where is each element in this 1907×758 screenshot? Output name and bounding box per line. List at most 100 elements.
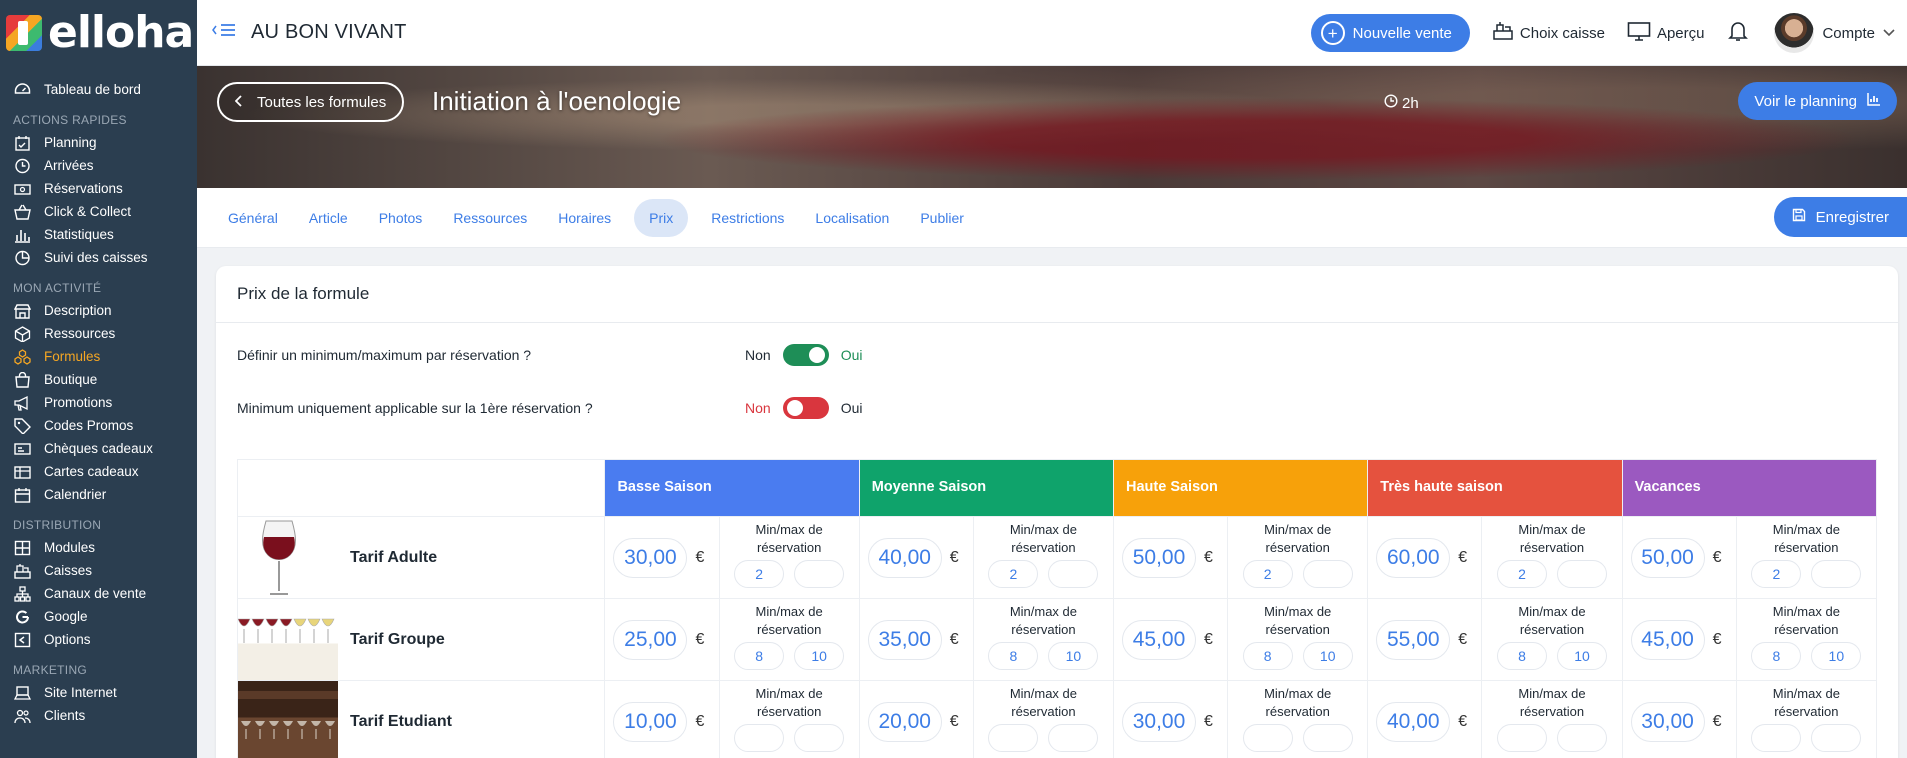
sidebar-item-options[interactable]: Options <box>0 628 197 651</box>
min-booking-input[interactable]: 2 <box>734 560 785 589</box>
sidebar-item-arrivees[interactable]: Arrivées <box>0 154 197 177</box>
toggle-no-label: Non <box>745 347 771 363</box>
sidebar-item-clients[interactable]: Clients <box>0 704 197 727</box>
sidebar-item-label: Options <box>44 632 91 647</box>
min-booking-input[interactable]: 8 <box>734 642 785 671</box>
max-booking-input[interactable] <box>794 724 845 753</box>
brand-logo[interactable]: elloha <box>0 0 197 66</box>
max-booking-input[interactable] <box>1302 560 1353 589</box>
minmax-label: Min/max de réservation <box>1009 522 1078 555</box>
sidebar-item-click-collect[interactable]: Click & Collect <box>0 200 197 223</box>
sidebar-item-tableau-de-bord[interactable]: Tableau de bord <box>0 78 197 101</box>
min-booking-input[interactable] <box>734 724 785 753</box>
max-booking-input[interactable] <box>1048 560 1099 589</box>
price-cell: 55,00 € <box>1367 598 1483 681</box>
sidebar-item-statistiques[interactable]: Statistiques <box>0 223 197 246</box>
account-menu[interactable]: Compte <box>1822 25 1895 42</box>
price-input[interactable]: 45,00 <box>1122 619 1196 660</box>
view-planning-button[interactable]: Voir le planning <box>1738 82 1897 120</box>
price-input[interactable]: 55,00 <box>1376 619 1451 660</box>
collapse-sidebar-button[interactable] <box>211 22 237 43</box>
sidebar-item-boutique[interactable]: Boutique <box>0 368 197 391</box>
max-booking-input[interactable]: 10 <box>1556 642 1607 671</box>
price-input[interactable]: 60,00 <box>1376 537 1451 578</box>
max-booking-input[interactable] <box>1811 724 1862 753</box>
price-input[interactable]: 40,00 <box>1376 701 1451 742</box>
min-booking-input[interactable]: 8 <box>1496 642 1547 671</box>
sidebar-item-canaux-de-vente[interactable]: Canaux de vente <box>0 582 197 605</box>
min-booking-input[interactable]: 8 <box>1242 642 1293 671</box>
sidebar-item-cartes-cadeaux[interactable]: Cartes cadeaux <box>0 460 197 483</box>
price-input[interactable]: 40,00 <box>867 537 942 578</box>
tab-ressources[interactable]: Ressources <box>453 199 527 237</box>
min-booking-input[interactable]: 2 <box>1242 560 1293 589</box>
avatar[interactable] <box>1774 13 1815 53</box>
choose-register-link[interactable]: Choix caisse <box>1492 21 1605 45</box>
tarif-cell: Tarif Adulte <box>236 516 606 599</box>
price-input[interactable]: 50,00 <box>1122 537 1196 578</box>
tab-horaires[interactable]: Horaires <box>558 199 611 237</box>
min-booking-input[interactable] <box>1242 724 1293 753</box>
price-input[interactable]: 10,00 <box>613 701 688 742</box>
price-input[interactable]: 30,00 <box>1630 701 1705 742</box>
sidebar-item-description[interactable]: Description <box>0 299 197 322</box>
price-input[interactable]: 45,00 <box>1630 619 1705 660</box>
sidebar-item-google[interactable]: Google <box>0 605 197 628</box>
price-input[interactable]: 50,00 <box>1630 537 1705 578</box>
preview-link[interactable]: Aperçu <box>1627 21 1704 45</box>
minmax-cell: Min/max de réservation 2 <box>1481 516 1623 599</box>
max-booking-input[interactable] <box>1556 724 1607 753</box>
sidebar-item-reservations[interactable]: Réservations <box>0 177 197 200</box>
max-booking-input[interactable] <box>1556 560 1607 589</box>
first-booking-toggle[interactable] <box>782 397 829 419</box>
tab-article[interactable]: Article <box>309 199 348 237</box>
tab-photos[interactable]: Photos <box>379 199 423 237</box>
sidebar-item-cheques-cadeaux[interactable]: Chèques cadeaux <box>0 437 197 460</box>
min-booking-input[interactable]: 8 <box>1751 642 1802 671</box>
max-booking-input[interactable] <box>794 560 845 589</box>
sidebar-item-promotions[interactable]: Promotions <box>0 391 197 414</box>
calendar-check-icon <box>13 135 31 151</box>
max-booking-input[interactable]: 10 <box>1302 642 1353 671</box>
sidebar-item-caisses[interactable]: Caisses <box>0 559 197 582</box>
minmax-cell: Min/max de réservation 2 <box>1227 516 1369 599</box>
sidebar-item-planning[interactable]: Planning <box>0 131 197 154</box>
save-button[interactable]: Enregistrer <box>1773 197 1907 237</box>
sidebar-item-formules[interactable]: Formules <box>0 345 197 368</box>
sidebar-item-site-internet[interactable]: Site Internet <box>0 681 197 704</box>
price-input[interactable]: 30,00 <box>613 537 688 578</box>
minmax-label: Min/max de réservation <box>1518 604 1586 637</box>
min-booking-input[interactable]: 2 <box>1496 560 1547 589</box>
max-booking-input[interactable]: 10 <box>1048 642 1099 671</box>
price-input[interactable]: 20,00 <box>867 701 942 742</box>
tab-general[interactable]: Général <box>228 199 278 237</box>
back-to-formulas-button[interactable]: Toutes les formules <box>217 82 405 122</box>
price-input[interactable]: 30,00 <box>1122 701 1196 742</box>
sidebar-item-calendrier[interactable]: Calendrier <box>0 483 197 506</box>
minmax-toggle[interactable] <box>782 344 829 366</box>
min-booking-input[interactable]: 2 <box>1751 560 1802 589</box>
max-booking-input[interactable]: 10 <box>794 642 845 671</box>
tab-restrictions[interactable]: Restrictions <box>711 199 784 237</box>
min-booking-input[interactable] <box>988 724 1039 753</box>
tab-localisation[interactable]: Localisation <box>815 199 889 237</box>
price-input[interactable]: 35,00 <box>867 619 942 660</box>
min-booking-input[interactable]: 2 <box>988 560 1039 589</box>
new-sale-button[interactable]: + Nouvelle vente <box>1310 14 1470 52</box>
min-booking-input[interactable]: 8 <box>988 642 1039 671</box>
sidebar-item-modules[interactable]: Modules <box>0 536 197 559</box>
tab-prix[interactable]: Prix <box>634 198 689 237</box>
min-booking-input[interactable] <box>1496 724 1547 753</box>
sidebar-item-codes-promos[interactable]: Codes Promos <box>0 414 197 437</box>
tab-publier[interactable]: Publier <box>920 199 964 237</box>
max-booking-input[interactable] <box>1302 724 1353 753</box>
min-booking-input[interactable] <box>1751 724 1802 753</box>
price-input[interactable]: 25,00 <box>613 619 688 660</box>
sidebar-item-ressources[interactable]: Ressources <box>0 322 197 345</box>
max-booking-input[interactable]: 10 <box>1811 642 1862 671</box>
max-booking-input[interactable] <box>1811 560 1862 589</box>
minmax-label: Min/max de réservation <box>1772 686 1840 719</box>
sidebar-item-suivi-des-caisses[interactable]: Suivi des caisses <box>0 246 197 269</box>
max-booking-input[interactable] <box>1048 724 1099 753</box>
notifications-button[interactable] <box>1728 20 1749 47</box>
